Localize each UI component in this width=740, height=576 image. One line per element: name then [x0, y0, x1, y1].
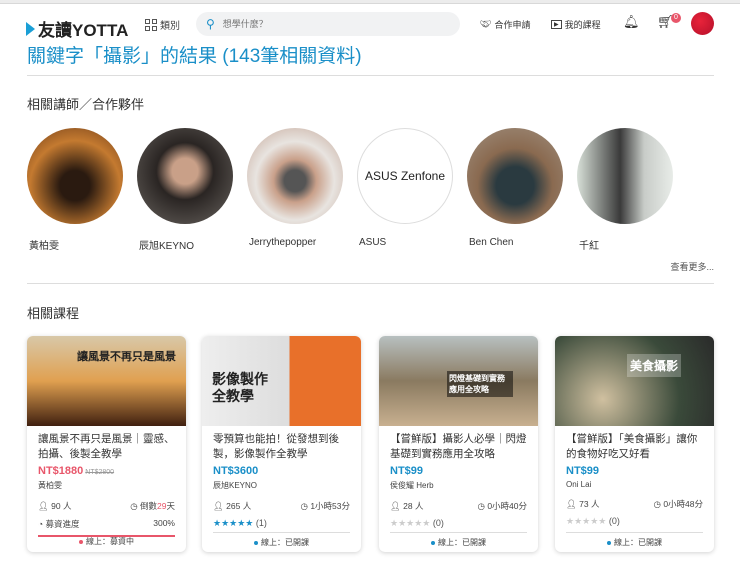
- course-card[interactable]: 影像製作全教學 零預算也能拍！從發想到後製，影像製作全教學 NT$3600 辰旭…: [202, 336, 361, 552]
- course-title: 讓風景不再只是風景｜靈感、拍攝、後製全教學: [38, 433, 175, 460]
- course-title: 【嘗鮮版】攝影人必學｜閃燈基礎到實務應用全攻略: [390, 433, 527, 460]
- instructor-card[interactable]: ASUS Zenfone ASUS: [357, 128, 453, 248]
- view-more-link[interactable]: 查看更多...: [670, 260, 714, 273]
- course-title: 【嘗鮮版】「美食攝影」讓你的食物好吃又好看: [566, 433, 698, 460]
- course-card[interactable]: 閃燈基礎到實務應用全攻略 【嘗鮮版】攝影人必學｜閃燈基礎到實務應用全攻略 NT$…: [379, 336, 538, 552]
- course-thumbnail: 讓風景不再只是風景: [27, 336, 186, 426]
- handshake-icon: 🤝︎: [480, 19, 492, 29]
- page-title: 關鍵字「攝影」的結果 (143筆相關資料): [27, 46, 362, 67]
- star-rating: ★★★★★: [213, 518, 254, 528]
- partner-label: 合作申請: [494, 20, 531, 30]
- instructor-name: ASUS: [359, 237, 387, 248]
- user-avatar[interactable]: [691, 12, 714, 35]
- thumbnail-text: 美食攝影: [627, 354, 682, 377]
- courses-heading: 相關課程: [27, 306, 80, 321]
- divider: [27, 283, 714, 284]
- video-icon: ▶: [551, 20, 562, 29]
- course-author: 侯俊耀 Herb: [390, 481, 434, 490]
- instructor-name: 辰旭KEYNO: [139, 241, 195, 252]
- instructor-card[interactable]: 黃柏雯: [27, 128, 123, 252]
- search-bar[interactable]: ⚲: [196, 12, 460, 36]
- my-courses-link[interactable]: ▶ 我的課程: [551, 18, 601, 31]
- star-rating: ★★★★★: [390, 518, 431, 528]
- cart-badge: 0: [671, 13, 681, 23]
- partner-link[interactable]: 🤝︎ 合作申請: [480, 18, 530, 31]
- browser-top-bar: [0, 0, 740, 4]
- progress-label: ◔ 募資進度: [38, 519, 80, 529]
- logo-text: 友讀YOTTA: [38, 21, 129, 40]
- bell-icon[interactable]: 🔔︎: [623, 14, 640, 30]
- instructor-name: Ben Chen: [469, 237, 514, 248]
- logo[interactable]: 友讀YOTTA: [26, 16, 128, 41]
- category-label: 類別: [160, 21, 180, 32]
- divider: [27, 75, 714, 76]
- instructor-photo: [137, 128, 233, 224]
- course-status: 線上：已開課: [566, 532, 703, 552]
- course-title: 零預算也能拍！從發想到後製，影像製作全教學: [213, 433, 339, 460]
- instructor-photo: [577, 128, 673, 224]
- instructor-name: 黃柏雯: [29, 241, 59, 252]
- course-price: NT$3600: [213, 465, 259, 477]
- duration: ◷ 1小時53分: [300, 501, 350, 511]
- students-count: 👤︎ 265 人: [213, 501, 252, 511]
- course-thumbnail: 影像製作全教學: [202, 336, 361, 426]
- instructor-card[interactable]: 千紅: [577, 128, 673, 252]
- duration: ◷ 0小時48分: [653, 499, 703, 509]
- course-author: 黃柏雯: [38, 481, 62, 490]
- instructor-card[interactable]: 辰旭KEYNO: [137, 128, 233, 252]
- course-status: 線上：已開課: [213, 532, 350, 552]
- countdown: ◷ 倒數29天: [130, 501, 175, 511]
- thumbnail-text: 閃燈基礎到實務應用全攻略: [447, 371, 513, 397]
- review-count: (1): [255, 518, 267, 528]
- grid-icon: [145, 18, 157, 31]
- course-price: NT$1880: [38, 465, 84, 477]
- students-count: 👤︎ 28 人: [390, 501, 424, 511]
- category-button[interactable]: 類別: [145, 17, 180, 32]
- star-rating: ★★★★★: [566, 516, 607, 526]
- instructor-card[interactable]: Jerrythepopper: [247, 128, 343, 248]
- course-status: 線上：募資中: [38, 532, 175, 552]
- thumbnail-text: 影像製作全教學: [212, 371, 268, 404]
- instructor-card[interactable]: Ben Chen: [467, 128, 563, 248]
- header: 友讀YOTTA 類別 ⚲ 🤝︎合作申請 ▶我的課程 🔔︎ 🛒︎ 0: [0, 10, 740, 40]
- instructor-name: 千紅: [579, 241, 599, 252]
- search-icon: ⚲: [206, 17, 215, 31]
- progress-value: 300%: [153, 518, 175, 528]
- course-price: NT$99: [566, 465, 600, 477]
- students-count: 👤︎ 73 人: [566, 499, 600, 509]
- instructor-photo: [467, 128, 563, 224]
- course-status: 線上：已開課: [390, 532, 527, 552]
- course-author: 辰旭KEYNO: [213, 481, 258, 490]
- instructor-photo: [27, 128, 123, 224]
- course-price: NT$99: [390, 465, 424, 477]
- play-logo-icon: [26, 21, 35, 36]
- thumbnail-text: 讓風景不再只是風景: [77, 351, 176, 363]
- instructors-heading: 相關講師／合作夥伴: [27, 97, 145, 112]
- instructor-name: Jerrythepopper: [249, 237, 317, 248]
- review-count: (0): [432, 518, 444, 528]
- course-thumbnail: 美食攝影: [555, 336, 714, 426]
- course-card[interactable]: 讓風景不再只是風景 讓風景不再只是風景｜靈感、拍攝、後製全教學 NT$1880 N…: [27, 336, 186, 552]
- original-price: NT$2800: [85, 469, 115, 476]
- asus-logo: ASUS Zenfone: [357, 128, 453, 224]
- search-input[interactable]: [222, 19, 423, 29]
- review-count: (0): [608, 516, 620, 526]
- instructor-photo: [247, 128, 343, 224]
- course-author: Oni Lai: [566, 480, 592, 489]
- course-thumbnail: 閃燈基礎到實務應用全攻略: [379, 336, 538, 426]
- my-courses-label: 我的課程: [564, 20, 601, 30]
- duration: ◷ 0小時40分: [477, 501, 527, 511]
- course-card[interactable]: 美食攝影 【嘗鮮版】「美食攝影」讓你的食物好吃又好看 NT$99 Oni Lai…: [555, 336, 714, 552]
- students-count: 👤︎ 90 人: [38, 501, 72, 511]
